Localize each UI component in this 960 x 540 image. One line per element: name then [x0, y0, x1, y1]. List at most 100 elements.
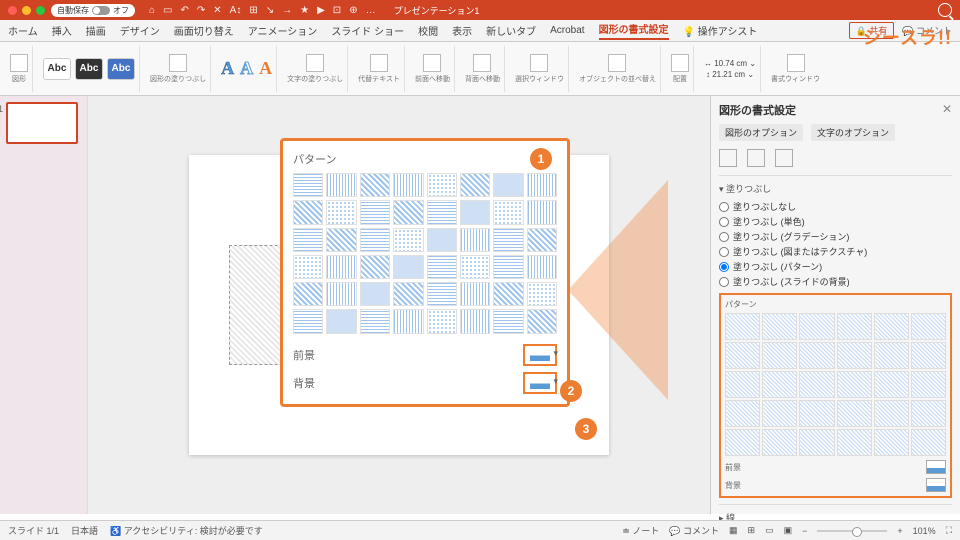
height-field[interactable]: ↕ 21.21 cm ⌄ — [706, 70, 754, 79]
ribbon-back[interactable]: 背面へ移動 — [461, 46, 505, 92]
pattern-swatch[interactable] — [393, 309, 423, 333]
pattern-swatch[interactable] — [874, 313, 909, 340]
pattern-swatch[interactable] — [326, 228, 356, 252]
pattern-swatch[interactable] — [762, 429, 797, 456]
min-dot[interactable] — [22, 6, 31, 15]
pattern-swatch[interactable] — [393, 228, 423, 252]
pattern-swatch[interactable] — [911, 429, 946, 456]
pattern-swatch[interactable] — [527, 282, 557, 306]
fill-picture[interactable]: 塗りつぶし (図またはテクスチャ) — [719, 244, 952, 259]
pattern-swatch[interactable] — [427, 309, 457, 333]
pattern-swatch[interactable] — [527, 309, 557, 333]
pattern-swatch[interactable] — [293, 255, 323, 279]
pattern-swatch[interactable] — [293, 282, 323, 306]
pattern-swatch[interactable] — [493, 173, 523, 197]
fill-icon[interactable] — [169, 54, 187, 72]
pattern-swatch[interactable] — [460, 309, 490, 333]
zoom-in[interactable]: + — [897, 526, 902, 536]
tab-animation[interactable]: アニメーション — [248, 23, 318, 38]
pattern-swatch[interactable] — [762, 313, 797, 340]
max-dot[interactable] — [36, 6, 45, 15]
tab-shape-format[interactable]: 図形の書式設定 — [599, 21, 669, 40]
shape-options-tab[interactable]: 図形のオプション — [719, 124, 803, 141]
pattern-swatch[interactable] — [460, 200, 490, 224]
pattern-swatch[interactable] — [527, 228, 557, 252]
pattern-swatch[interactable] — [527, 255, 557, 279]
tab-draw[interactable]: 描画 — [86, 23, 106, 38]
pattern-swatch[interactable] — [725, 313, 760, 340]
ribbon-alttext[interactable]: 代替テキスト — [354, 46, 405, 92]
pattern-swatch[interactable] — [393, 255, 423, 279]
pattern-swatch[interactable] — [360, 200, 390, 224]
qat-icon[interactable]: ⊕ — [349, 5, 357, 16]
align-icon[interactable] — [608, 54, 626, 72]
pattern-swatch[interactable] — [493, 282, 523, 306]
pattern-swatch[interactable] — [527, 200, 557, 224]
zoom-out[interactable]: − — [802, 526, 807, 536]
pattern-swatch[interactable] — [360, 255, 390, 279]
pattern-swatch[interactable] — [911, 400, 946, 427]
pattern-swatch[interactable] — [293, 309, 323, 333]
fill-solid[interactable]: 塗りつぶし (単色) — [719, 214, 952, 229]
fill-none[interactable]: 塗りつぶしなし — [719, 199, 952, 214]
front-icon[interactable] — [423, 54, 441, 72]
pattern-swatch[interactable] — [725, 371, 760, 398]
pattern-swatch[interactable] — [837, 429, 872, 456]
pattern-grid-large[interactable] — [293, 173, 557, 334]
pattern-swatch[interactable] — [493, 200, 523, 224]
pattern-swatch[interactable] — [837, 342, 872, 369]
qat-icon[interactable]: ✕ — [213, 5, 221, 16]
view-normal-icon[interactable]: ▦ — [729, 525, 738, 536]
width-field[interactable]: ↔ 10.74 cm ⌄ — [704, 59, 756, 68]
search-icon[interactable] — [938, 3, 952, 17]
view-sorter-icon[interactable]: ⊞ — [748, 525, 756, 536]
pattern-swatch[interactable] — [762, 400, 797, 427]
pattern-swatch[interactable] — [799, 342, 834, 369]
effects-icon[interactable] — [747, 149, 765, 167]
ribbon-front[interactable]: 前面へ移動 — [411, 46, 455, 92]
pattern-swatch[interactable] — [393, 200, 423, 224]
fill-line-icon[interactable] — [719, 149, 737, 167]
style-preset[interactable]: Abc — [107, 58, 135, 80]
tab-tellme[interactable]: 💡 操作アシスト — [683, 23, 758, 38]
callout-fg-color[interactable] — [523, 344, 557, 366]
accessibility[interactable]: ♿ アクセシビリティ: 検討が必要です — [110, 524, 263, 537]
pattern-swatch[interactable] — [460, 228, 490, 252]
pattern-swatch[interactable] — [725, 342, 760, 369]
pattern-swatch[interactable] — [326, 309, 356, 333]
pattern-swatch[interactable] — [493, 309, 523, 333]
shape-icon[interactable] — [10, 54, 28, 72]
qat-icon[interactable]: ↷ — [197, 5, 205, 16]
pattern-swatch[interactable] — [837, 371, 872, 398]
qat-icon[interactable]: ↘ — [266, 5, 274, 16]
comments-toggle[interactable]: 💬 コメント — [669, 524, 719, 537]
pattern-swatch[interactable] — [293, 200, 323, 224]
tab-review[interactable]: 校閲 — [418, 23, 438, 38]
pattern-swatch[interactable] — [393, 282, 423, 306]
pattern-swatch[interactable] — [911, 313, 946, 340]
pattern-swatch[interactable] — [799, 371, 834, 398]
view-reading-icon[interactable]: ▭ — [765, 525, 774, 536]
ribbon-align[interactable]: オブジェクトの並べ替え — [575, 46, 661, 92]
pattern-swatch[interactable] — [427, 255, 457, 279]
pattern-swatch[interactable] — [837, 313, 872, 340]
pattern-swatch[interactable] — [911, 342, 946, 369]
qat-icon[interactable]: ↶ — [181, 5, 189, 16]
autosave-toggle[interactable]: 自動保存 オフ — [51, 4, 135, 17]
pattern-swatch[interactable] — [360, 282, 390, 306]
pattern-swatch[interactable] — [326, 200, 356, 224]
wordart-preset[interactable]: A — [221, 58, 234, 79]
pattern-swatch[interactable] — [874, 371, 909, 398]
pattern-swatch[interactable] — [911, 371, 946, 398]
fill-pattern[interactable]: 塗りつぶし (パターン) — [719, 259, 952, 274]
qat-icon[interactable]: ⊞ — [249, 5, 257, 16]
bg-color-button[interactable] — [926, 478, 946, 492]
tab-design[interactable]: デザイン — [120, 23, 160, 38]
wordart-preset[interactable]: A — [259, 58, 272, 79]
fill-gradient[interactable]: 塗りつぶし (グラデーション) — [719, 229, 952, 244]
tab-transition[interactable]: 画面切り替え — [174, 23, 234, 38]
tab-new[interactable]: 新しいタブ — [486, 23, 536, 38]
thumbnail-pane[interactable] — [0, 96, 88, 514]
pattern-swatch[interactable] — [460, 282, 490, 306]
pattern-swatch[interactable] — [326, 255, 356, 279]
